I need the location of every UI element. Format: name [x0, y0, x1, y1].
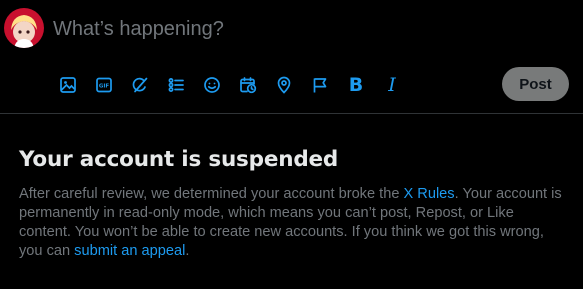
suspension-notice: Your account is suspended After careful …: [19, 146, 564, 261]
bold-label: B: [348, 73, 364, 96]
composer-toolbar: GIF B I: [50, 70, 410, 100]
image-icon[interactable]: [50, 70, 86, 100]
gif-icon[interactable]: GIF: [86, 70, 122, 100]
bold-icon[interactable]: B: [338, 70, 374, 100]
emoji-icon[interactable]: [194, 70, 230, 100]
schedule-icon[interactable]: [230, 70, 266, 100]
submit-appeal-link[interactable]: submit an appeal: [74, 243, 185, 259]
x-rules-link[interactable]: X Rules: [404, 186, 455, 202]
poll-icon[interactable]: [158, 70, 194, 100]
notice-text-1: After careful review, we determined your…: [19, 186, 404, 202]
notice-text-3: .: [185, 243, 190, 259]
post-button[interactable]: Post: [502, 67, 569, 101]
gif-label: GIF: [99, 84, 110, 90]
compose-input[interactable]: [53, 14, 473, 44]
notice-body: After careful review, we determined your…: [19, 185, 564, 261]
italic-icon[interactable]: I: [374, 70, 410, 100]
flag-icon[interactable]: [302, 70, 338, 100]
divider: [0, 113, 583, 114]
tweet-composer: GIF: [0, 0, 583, 113]
italic-label: I: [388, 73, 396, 96]
location-icon[interactable]: [266, 70, 302, 100]
grok-icon[interactable]: [122, 70, 158, 100]
notice-title: Your account is suspended: [19, 147, 339, 172]
avatar[interactable]: [4, 8, 44, 48]
